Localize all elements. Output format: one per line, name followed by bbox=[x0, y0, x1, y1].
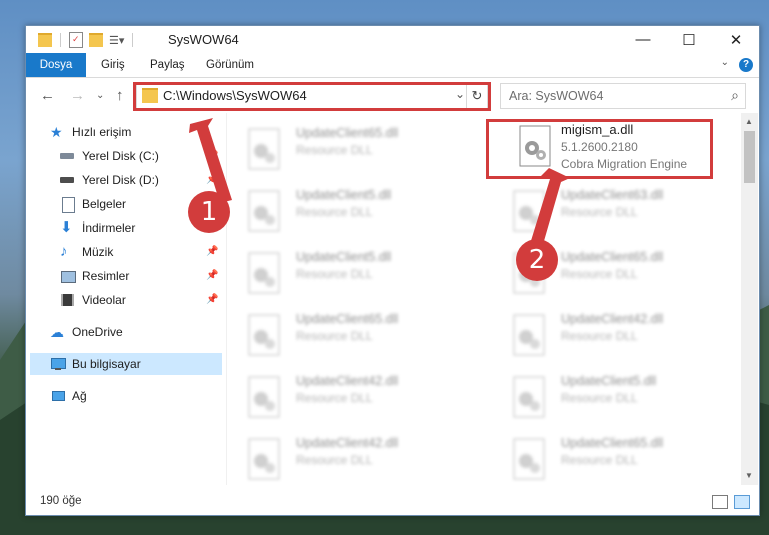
annotation-arrows bbox=[189, 118, 570, 248]
step-1-badge: 1 bbox=[188, 191, 230, 233]
arrow-2 bbox=[530, 168, 570, 248]
step-2-badge: 2 bbox=[516, 239, 558, 281]
